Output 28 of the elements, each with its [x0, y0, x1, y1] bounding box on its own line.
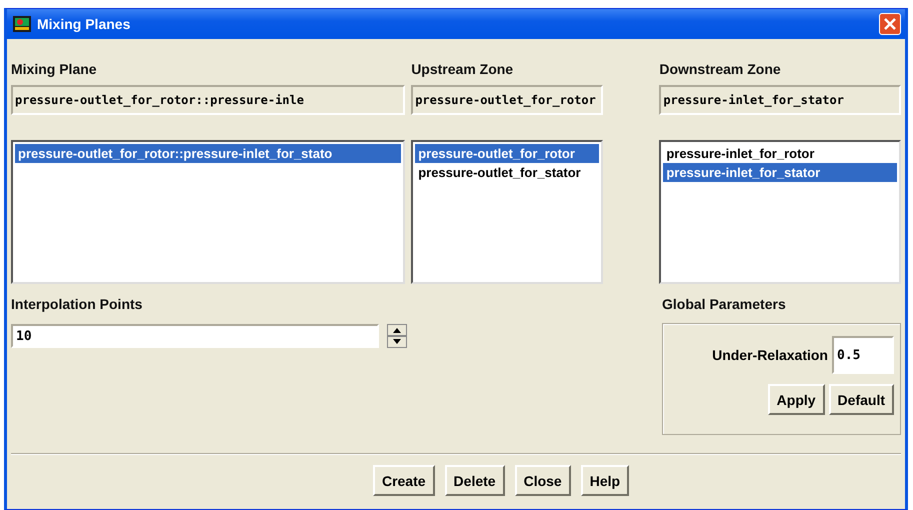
list-item[interactable]: pressure-outlet_for_stator	[415, 163, 600, 182]
close-button[interactable]	[879, 13, 901, 35]
field-label: Downstream Zone	[659, 60, 782, 79]
null[interactable]: Help	[580, 465, 630, 496]
text-field[interactable]: pressure-inlet_for_stator	[659, 85, 901, 115]
input-field[interactable]: 10	[11, 324, 379, 348]
list-item[interactable]: pressure-outlet_for_rotor::pressure-inlet_for_stato	[15, 144, 402, 163]
null[interactable]: Close	[514, 465, 571, 496]
null[interactable]: Apply	[768, 384, 825, 415]
list-item[interactable]: pressure-inlet_for_stator	[663, 163, 897, 182]
window-title: Mixing Planes	[37, 16, 132, 32]
close-icon	[883, 17, 897, 31]
field-label: Under-Relaxation	[712, 347, 828, 363]
list-item[interactable]: pressure-inlet_for_rotor	[663, 144, 897, 163]
null[interactable]: Default	[828, 384, 894, 415]
field-label: Mixing Plane	[11, 60, 98, 79]
app-icon	[13, 16, 31, 32]
text-field[interactable]: pressure-outlet_for_rotor	[411, 85, 604, 115]
input-field[interactable]: 0.5	[832, 336, 894, 374]
list-item[interactable]: pressure-outlet_for_rotor	[415, 144, 600, 163]
group-label: Global Parameters	[662, 295, 787, 314]
field-label: Upstream Zone	[411, 60, 514, 79]
spinner-up-icon[interactable]	[387, 324, 407, 336]
spinner-down-icon[interactable]	[387, 336, 407, 348]
null[interactable]: Delete	[444, 465, 505, 496]
null[interactable]: Create	[372, 465, 435, 496]
field-label: Interpolation Points	[11, 295, 144, 314]
text-field[interactable]: pressure-outlet_for_rotor::pressure-inle	[11, 85, 406, 115]
